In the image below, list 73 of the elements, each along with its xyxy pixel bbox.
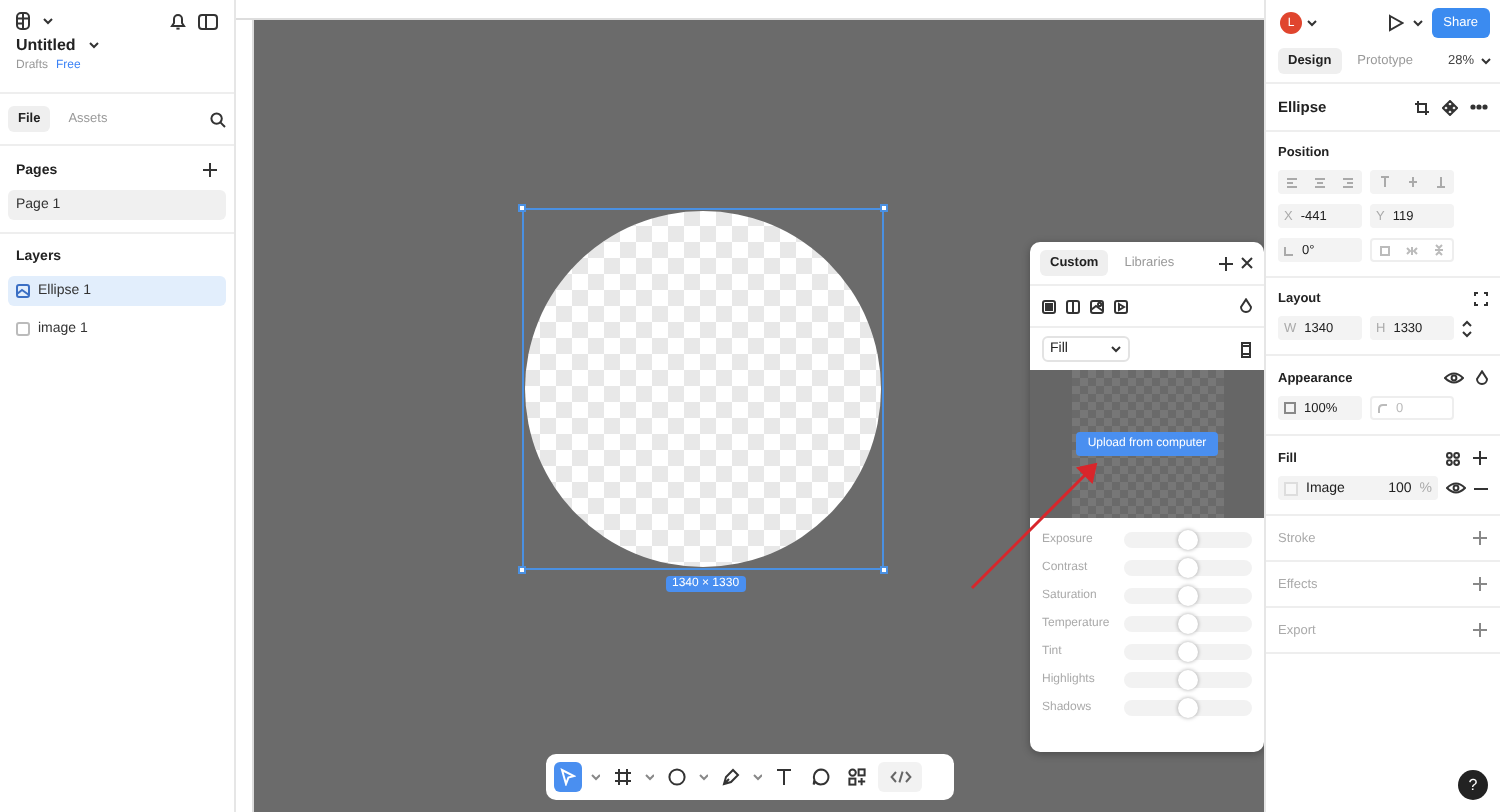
solid-fill-icon[interactable]	[1042, 299, 1056, 313]
resize-handle[interactable]	[880, 204, 888, 212]
auto-layout-icon[interactable]	[1474, 292, 1488, 306]
remove-icon[interactable]	[1474, 485, 1488, 491]
resize-handle[interactable]	[880, 566, 888, 574]
opacity-icon	[1284, 402, 1296, 414]
crop-icon[interactable]	[1414, 99, 1430, 115]
component-icon[interactable]	[1442, 99, 1458, 115]
image-fill-icon	[16, 284, 30, 298]
image-frame-icon	[16, 322, 30, 336]
slider-thumb[interactable]	[1178, 698, 1198, 718]
drop-icon[interactable]	[1240, 298, 1252, 314]
actions-icon	[847, 768, 865, 786]
ellipse-icon	[667, 768, 685, 786]
flip-vertical-icon	[1434, 244, 1444, 256]
gradient-fill-icon[interactable]	[1066, 299, 1080, 313]
flip-horizontal-icon	[1406, 245, 1418, 255]
tool-button[interactable]	[842, 762, 870, 792]
close-icon[interactable]	[1240, 256, 1254, 270]
image-swatch	[1284, 481, 1298, 495]
caret-icon	[1110, 344, 1122, 354]
search-icon[interactable]	[210, 111, 226, 127]
bell-icon[interactable]	[170, 12, 186, 30]
slider-thumb[interactable]	[1178, 614, 1198, 634]
align-top-icon	[1379, 176, 1389, 188]
add-icon[interactable]	[1472, 450, 1488, 466]
eye-icon[interactable]	[1444, 372, 1464, 384]
caret-icon[interactable]	[1480, 56, 1492, 66]
resize-handle[interactable]	[518, 204, 526, 212]
frame-icon	[613, 768, 631, 786]
slider-track[interactable]	[1124, 700, 1252, 716]
add-icon[interactable]	[202, 162, 218, 178]
more-icon[interactable]	[1470, 104, 1488, 110]
slider-thumb[interactable]	[1178, 586, 1198, 606]
play-icon[interactable]	[1387, 14, 1404, 32]
angle-icon	[1284, 245, 1294, 255]
align-center-icon	[1314, 177, 1326, 187]
caret-icon[interactable]	[42, 16, 54, 26]
slider-thumb[interactable]	[1178, 670, 1198, 690]
code-icon	[889, 770, 911, 784]
align-left-icon	[1286, 177, 1298, 187]
tool-button[interactable]	[878, 762, 922, 792]
caret-icon[interactable]	[1306, 18, 1318, 28]
slider-track[interactable]	[1124, 532, 1252, 548]
pen-icon	[721, 768, 739, 786]
align-bottom-icon	[1435, 176, 1445, 188]
caret-icon[interactable]	[87, 40, 100, 50]
eye-icon[interactable]	[1446, 482, 1466, 494]
caret-icon[interactable]	[1411, 18, 1424, 28]
sidebar-toggle-icon[interactable]	[198, 13, 218, 29]
drop-icon[interactable]	[1476, 370, 1488, 386]
file-title[interactable]: Untitled	[16, 36, 76, 54]
styles-icon[interactable]	[1446, 451, 1460, 465]
slider-track[interactable]	[1124, 644, 1252, 660]
text-tool-icon	[776, 768, 792, 786]
slider-thumb[interactable]	[1178, 642, 1198, 662]
slider-thumb[interactable]	[1178, 558, 1198, 578]
slider-track[interactable]	[1124, 560, 1252, 576]
help-button[interactable]: ?	[1458, 770, 1488, 800]
pointer-icon	[560, 768, 576, 786]
align-middle-icon	[1407, 176, 1417, 188]
corner-radius-icon	[1378, 403, 1388, 413]
align-right-icon	[1342, 177, 1354, 187]
image-fill-icon[interactable]	[1090, 299, 1104, 313]
slider-track[interactable]	[1124, 588, 1252, 604]
constrain-icon[interactable]	[1462, 319, 1472, 337]
slider-track[interactable]	[1124, 616, 1252, 632]
slider-track[interactable]	[1124, 672, 1252, 688]
add-icon[interactable]	[1218, 255, 1234, 271]
resize-handle[interactable]	[518, 566, 526, 574]
comment-icon	[811, 768, 829, 786]
slider-thumb[interactable]	[1178, 530, 1198, 550]
video-fill-icon[interactable]	[1114, 299, 1128, 313]
